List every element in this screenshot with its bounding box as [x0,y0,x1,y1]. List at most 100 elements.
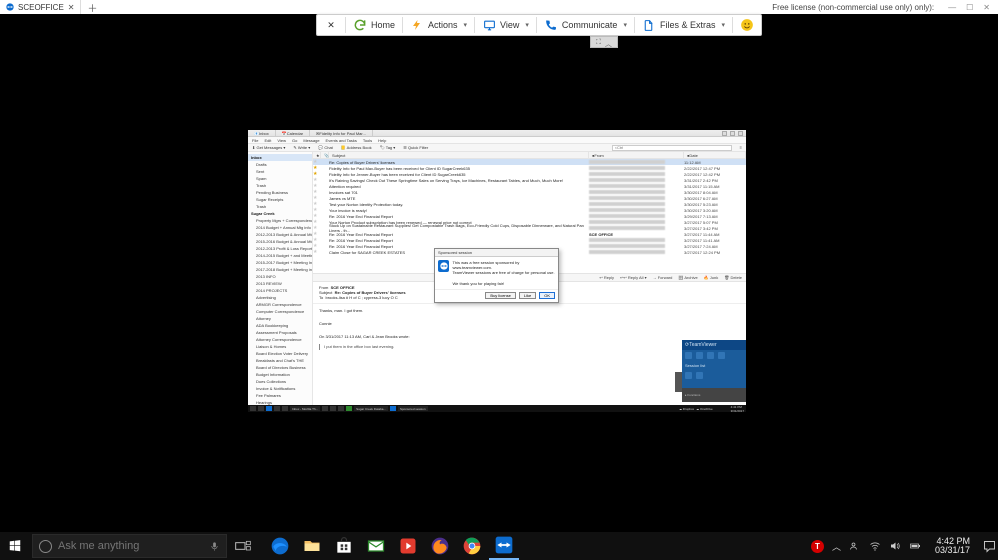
minimize-icon[interactable]: ― [948,3,956,12]
menu-help[interactable]: Help [378,138,386,143]
folder-item[interactable]: 2015-2016 Budget & Annual Mtg [248,238,312,245]
toolbar-communicate-button[interactable]: Communicate▾ [537,15,634,35]
panel-icon[interactable] [696,352,703,359]
remote-explorer-icon[interactable] [274,406,280,411]
forward-button[interactable]: → Forward [653,275,673,280]
email-row[interactable]: ★Fidelity Info for Paul Max-Buyer has be… [313,165,746,171]
search-input[interactable] [612,145,732,151]
email-row[interactable]: ★Re: 2016 Year End Financial ReportSCE O… [313,231,746,237]
taskbar-store[interactable] [329,532,359,560]
folder-item[interactable]: Trash [248,203,312,210]
new-tab-button[interactable]: ＋ [81,0,103,15]
taskbar-video[interactable] [393,532,423,560]
remote-store-icon[interactable] [282,406,288,411]
remote-task-sponsored[interactable]: Sponsored session [398,406,428,411]
remote-dropbox[interactable]: ☁ Dropbox [679,407,694,411]
email-row[interactable]: ★Re: 2016 Year End Financial Report3/29/… [313,213,746,219]
folder-item[interactable]: ADA Bookkeeping [248,322,312,329]
menu-message[interactable]: Message [303,138,319,143]
email-row[interactable]: ★Stock Up on Sustainable Restaurant Supp… [313,225,746,231]
remote-start-icon[interactable] [250,406,256,411]
panel-icon[interactable] [685,372,692,379]
folder-item[interactable]: Pending Business [248,189,312,196]
get-messages-button[interactable]: ⬇ Get Messages ▾ [252,145,285,150]
toolbar-close-button[interactable]: ✕ [317,15,345,35]
email-row[interactable]: ★Invoices sat 7013/30/2017 8:04 AM [313,189,746,195]
folder-item[interactable]: Sugar Creek [248,210,312,217]
menu-file[interactable]: File [252,138,258,143]
taskbar-teamviewer[interactable] [489,532,519,560]
reply-all-button[interactable]: ↩↩ Reply All ▾ [620,275,647,280]
tab-calendar[interactable]: 📅 Calendar [276,130,310,136]
folder-item[interactable]: Budget Information [248,371,312,378]
tray-chevron-icon[interactable]: ︿ [832,540,841,553]
fullscreen-icon[interactable]: ⛶ [596,39,601,45]
folder-item[interactable]: Inbox [248,154,312,161]
email-row[interactable]: ★James vs MTE3/30/2017 6:27 AM [313,195,746,201]
hamburger-icon[interactable]: ≡ [740,145,742,150]
folder-item[interactable]: 2014-2015 Budget + and Meeting Info [248,252,312,259]
tab-message[interactable]: ✉ Fidelity Info for Paul Mar... [310,130,373,136]
microphone-icon[interactable] [209,541,220,552]
delete-button[interactable]: 🗑 Delete [724,275,742,280]
folder-item[interactable]: Computer Correspondence [248,308,312,315]
panel-icon[interactable] [707,352,714,359]
taskbar-edge[interactable] [265,532,295,560]
remote-close-icon[interactable] [738,131,743,136]
like-button[interactable]: Like [519,292,536,299]
panel-icon[interactable] [718,352,725,359]
menu-tools[interactable]: Tools [363,138,372,143]
archive-button[interactable]: 🗄 Archive [678,275,697,280]
chat-button[interactable]: 💬 Chat [318,145,333,150]
remote-tv-icon[interactable] [390,406,396,411]
close-window-icon[interactable]: ✕ [983,3,990,12]
email-row[interactable]: ★Your invoice is ready!3/30/2017 3:20 AM [313,207,746,213]
toolbar-view-button[interactable]: View▾ [475,15,536,35]
folder-item[interactable]: 2015-2017 Budget + Meeting Info [248,259,312,266]
menu-view[interactable]: View [277,138,286,143]
col-attach[interactable]: 📎 [321,152,329,158]
write-button[interactable]: ✎ Write ▾ [293,145,310,150]
teamviewer-session-tab[interactable]: SCEOFFICE ✕ [0,0,81,14]
folder-item[interactable]: 2012-2013 Profit & Loss Reports (+) [248,245,312,252]
folder-item[interactable]: Attorney [248,315,312,322]
folder-item[interactable]: Trash [248,182,312,189]
address-book-button[interactable]: 📒 Address Book [341,145,372,150]
remote-edge-icon[interactable] [266,406,272,411]
wifi-icon[interactable] [869,540,881,552]
col-from[interactable]: ● From [589,152,684,158]
col-subject[interactable]: Subject [329,152,589,158]
toolbar-actions-button[interactable]: Actions▾ [403,15,474,35]
menu-go[interactable]: Go [292,138,297,143]
email-row[interactable]: ★It's Raining Savings! Check Out These S… [313,177,746,183]
folder-item[interactable]: ARMGR Correspondence [248,301,312,308]
folder-item[interactable]: Drafts [248,161,312,168]
star-icon[interactable]: ★ [313,249,317,255]
toolbar-files-button[interactable]: Files & Extras▾ [635,15,732,35]
email-row[interactable]: ★Attention required3/31/2017 11:15 AM [313,183,746,189]
taskbar-clock[interactable]: 4:42 PM 03/31/17 [929,537,976,556]
tag-button[interactable]: 🏷 Tag ▾ [380,145,396,150]
folder-item[interactable]: Spam [248,175,312,182]
col-star[interactable]: ★ [313,152,321,158]
folder-item[interactable]: Sugar Receipts [248,196,312,203]
remote-app-icon[interactable] [346,406,352,411]
folder-item[interactable]: 2014 PROJECTS [248,287,312,294]
folder-item[interactable]: Dues Collections [248,378,312,385]
remote-search-icon[interactable] [258,406,264,411]
email-row[interactable]: ★Re: 2016 Year End Financial Report3/27/… [313,237,746,243]
folder-item[interactable]: Breakfasts and Chat's THE [248,357,312,364]
close-tab-icon[interactable]: ✕ [68,3,75,12]
battery-icon[interactable] [909,540,921,552]
maximize-icon[interactable]: ☐ [966,3,973,12]
folder-item[interactable]: 2013 REVIEW [248,280,312,287]
remote-app-icon[interactable] [338,406,344,411]
taskbar-chrome[interactable] [457,532,487,560]
buy-license-button[interactable]: Buy license [485,292,515,299]
cortana-input[interactable] [58,540,203,552]
remote-task-db[interactable]: Sugar Creek Databa... [354,406,388,411]
folder-item[interactable]: Assessment Proposals [248,329,312,336]
remote-max-icon[interactable] [730,131,735,136]
people-icon[interactable] [849,540,861,552]
remote-task-thunderbird[interactable]: Inbox - Mozilla Th... [290,406,320,411]
